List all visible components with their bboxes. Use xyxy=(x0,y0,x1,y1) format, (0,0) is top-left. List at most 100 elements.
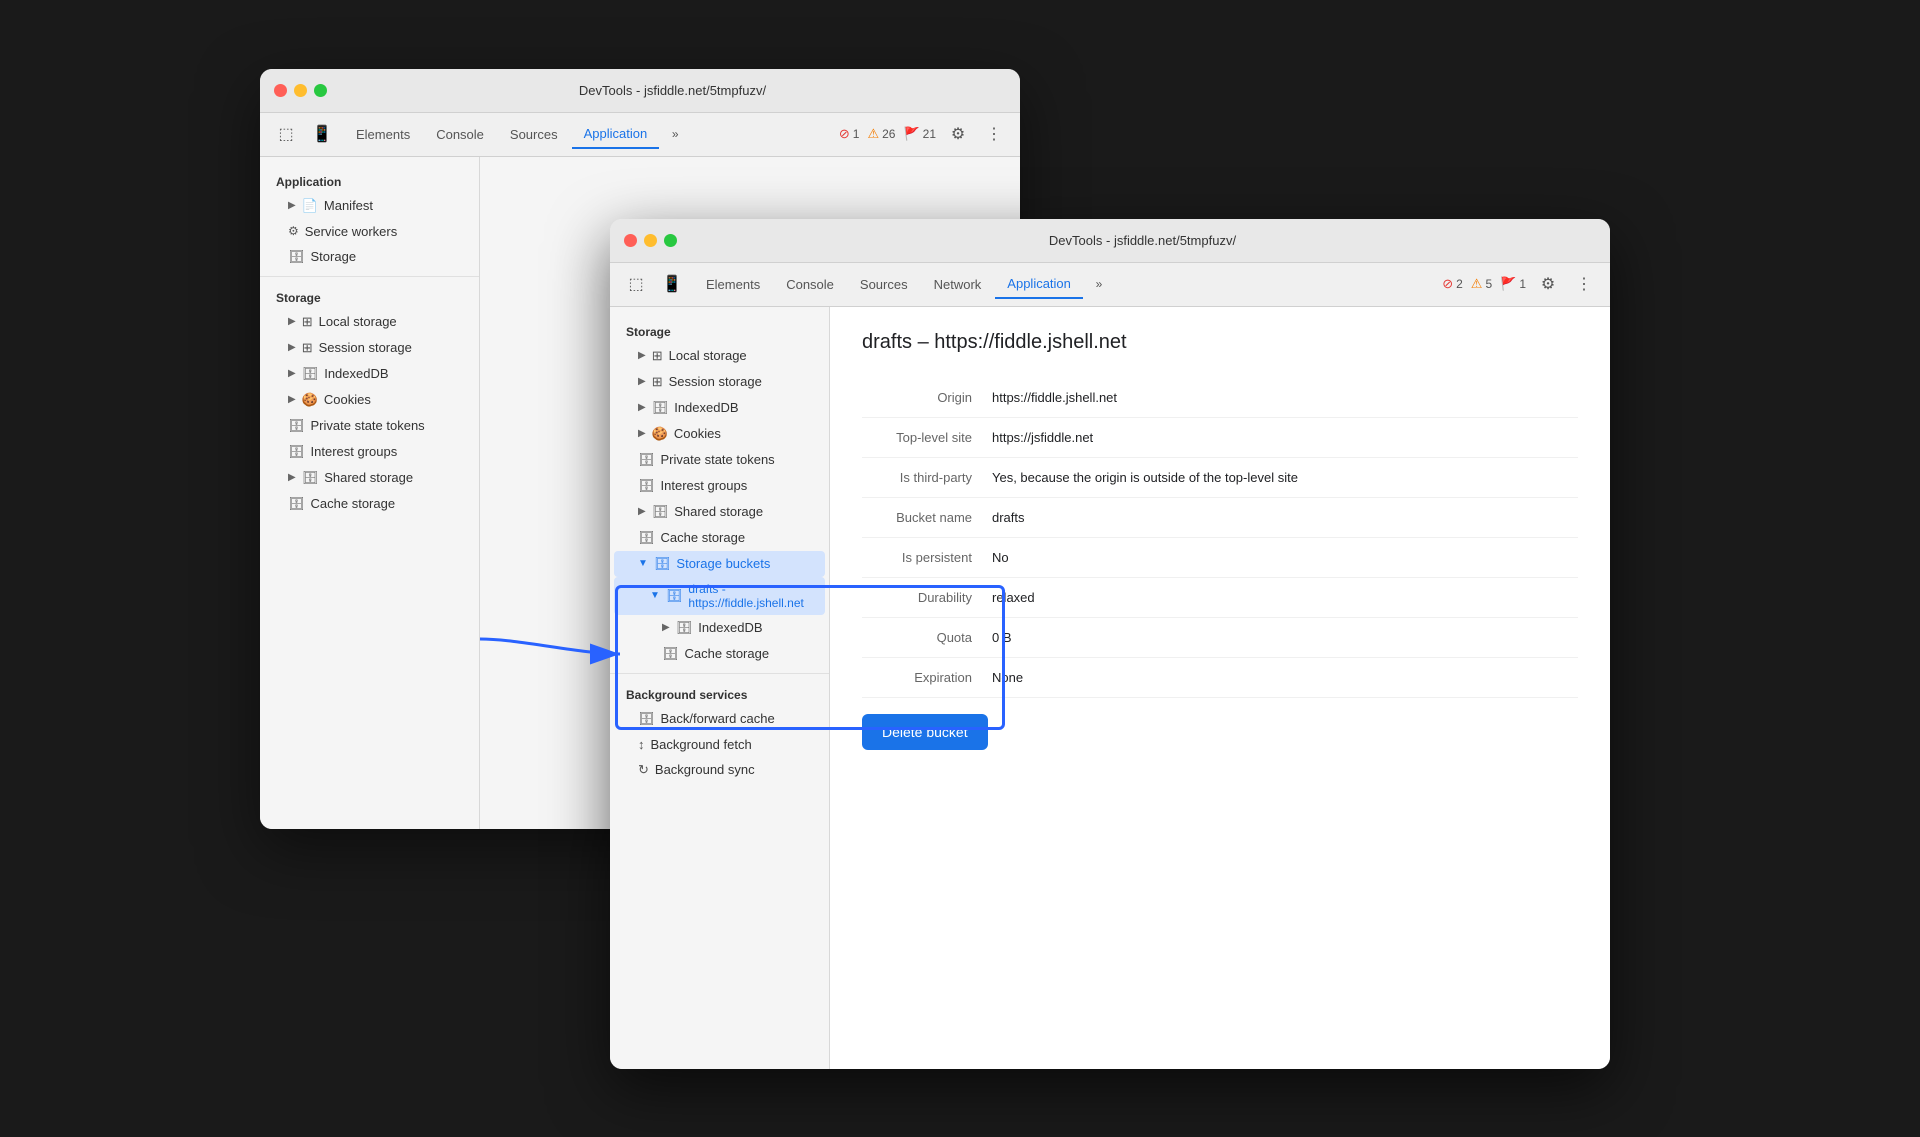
front-more-tabs-icon[interactable]: » xyxy=(1085,270,1113,298)
front-sidebar-bucket-indexeddb[interactable]: 🗄 IndexedDB xyxy=(614,615,825,641)
front-sidebar-bg-fetch[interactable]: ↕ Background fetch xyxy=(614,732,825,757)
back-shared-storage-chevron xyxy=(288,472,296,483)
back-window-title: DevTools - jsfiddle.net/5tmpfuzv/ xyxy=(339,83,1006,98)
front-tab-elements[interactable]: Elements xyxy=(694,271,772,298)
front-bucket-cache-icon: 🗄 xyxy=(662,646,679,662)
back-sidebar-manifest[interactable]: 📄 Manifest xyxy=(264,193,475,219)
front-error-icon: ⊘ xyxy=(1442,276,1453,292)
front-info-table: Origin https://fiddle.jshell.net Top-lev… xyxy=(862,378,1578,698)
front-local-storage-chevron xyxy=(638,350,646,361)
front-value-origin: https://fiddle.jshell.net xyxy=(992,378,1578,418)
front-tab-application[interactable]: Application xyxy=(995,270,1083,299)
back-tab-console[interactable]: Console xyxy=(424,121,496,148)
back-tab-sources[interactable]: Sources xyxy=(498,121,570,148)
back-select-icon[interactable]: ⬚ xyxy=(272,120,300,148)
front-more-icon[interactable]: ⋮ xyxy=(1570,270,1598,298)
back-manifest-icon: 📄 xyxy=(302,198,318,214)
front-label-toplevel: Top-level site xyxy=(862,417,992,457)
back-tab-application[interactable]: Application xyxy=(572,120,660,149)
back-more-tabs-icon[interactable]: » xyxy=(661,120,689,148)
back-sidebar-session-storage[interactable]: ⊞ Session storage xyxy=(264,335,475,361)
back-toolbar: ⬚ 📱 Elements Console Sources Application… xyxy=(260,113,1020,157)
back-session-storage-icon: ⊞ xyxy=(302,340,313,356)
front-shared-storage-chevron xyxy=(638,506,646,517)
back-tab-elements[interactable]: Elements xyxy=(344,121,422,148)
back-sidebar-service-workers[interactable]: ⚙ Service workers xyxy=(264,219,475,244)
front-row-durability: Durability relaxed xyxy=(862,577,1578,617)
front-tab-network[interactable]: Network xyxy=(922,271,994,298)
front-sidebar-local-storage[interactable]: ⊞ Local storage xyxy=(614,343,825,369)
front-settings-icon[interactable]: ⚙ xyxy=(1534,270,1562,298)
back-maximize-button[interactable] xyxy=(314,84,327,97)
front-warn-badge: ⚠ 5 xyxy=(1471,276,1492,292)
back-minimize-button[interactable] xyxy=(294,84,307,97)
front-error-badge: ⊘ 2 xyxy=(1442,276,1463,292)
back-sidebar-indexeddb[interactable]: 🗄 IndexedDB xyxy=(264,361,475,387)
front-value-toplevel: https://jsfiddle.net xyxy=(992,417,1578,457)
front-sidebar: Storage ⊞ Local storage ⊞ Session storag… xyxy=(610,307,830,1069)
back-close-button[interactable] xyxy=(274,84,287,97)
back-sidebar-private-state-tokens[interactable]: 🗄 Private state tokens xyxy=(264,413,475,439)
front-close-button[interactable] xyxy=(624,234,637,247)
front-minimize-button[interactable] xyxy=(644,234,657,247)
front-label-persistent: Is persistent xyxy=(862,537,992,577)
front-window-title: DevTools - jsfiddle.net/5tmpfuzv/ xyxy=(689,233,1596,248)
back-sidebar: Application 📄 Manifest ⚙ Service workers… xyxy=(260,157,480,829)
front-sidebar-back-forward[interactable]: 🗄 Back/forward cache xyxy=(614,706,825,732)
front-tab-console[interactable]: Console xyxy=(774,271,846,298)
front-device-icon[interactable]: 📱 xyxy=(658,270,686,298)
front-maximize-button[interactable] xyxy=(664,234,677,247)
back-sidebar-shared-storage[interactable]: 🗄 Shared storage xyxy=(264,465,475,491)
front-cookies-icon: 🍪 xyxy=(652,426,668,442)
front-local-storage-icon: ⊞ xyxy=(652,348,663,364)
back-service-workers-icon: ⚙ xyxy=(288,224,299,238)
front-sidebar-bg-sync[interactable]: ↻ Background sync xyxy=(614,757,825,783)
front-sidebar-cache-storage[interactable]: 🗄 Cache storage xyxy=(614,525,825,551)
back-sidebar-storage[interactable]: 🗄 Storage xyxy=(264,244,475,270)
back-section-storage: Storage xyxy=(260,283,479,309)
front-sidebar-storage-buckets[interactable]: 🗄 Storage buckets xyxy=(614,551,825,577)
front-row-quota: Quota 0 B xyxy=(862,617,1578,657)
front-toolbar: ⬚ 📱 Elements Console Sources Network App… xyxy=(610,263,1610,307)
front-row-persistent: Is persistent No xyxy=(862,537,1578,577)
back-settings-icon[interactable]: ⚙ xyxy=(944,120,972,148)
front-sidebar-session-storage[interactable]: ⊞ Session storage xyxy=(614,369,825,395)
back-cookies-chevron xyxy=(288,394,296,405)
delete-bucket-button[interactable]: Delete bucket xyxy=(862,714,988,750)
front-storage-buckets-chevron xyxy=(638,558,648,569)
front-sidebar-cookies[interactable]: 🍪 Cookies xyxy=(614,421,825,447)
back-local-storage-chevron xyxy=(288,316,296,327)
front-select-icon[interactable]: ⬚ xyxy=(622,270,650,298)
front-sidebar-bucket-cache-storage[interactable]: 🗄 Cache storage xyxy=(614,641,825,667)
back-sidebar-interest-groups[interactable]: 🗄 Interest groups xyxy=(264,439,475,465)
back-titlebar: DevTools - jsfiddle.net/5tmpfuzv/ xyxy=(260,69,1020,113)
front-drafts-chevron xyxy=(650,590,660,601)
front-row-toplevel: Top-level site https://jsfiddle.net xyxy=(862,417,1578,457)
back-device-icon[interactable]: 📱 xyxy=(308,120,336,148)
back-local-storage-icon: ⊞ xyxy=(302,314,313,330)
front-panel-title: drafts – https://fiddle.jshell.net xyxy=(862,331,1578,354)
front-value-bucket-name: drafts xyxy=(992,497,1578,537)
front-sidebar-private-state-tokens[interactable]: 🗄 Private state tokens xyxy=(614,447,825,473)
front-tab-sources[interactable]: Sources xyxy=(848,271,920,298)
back-sidebar-local-storage[interactable]: ⊞ Local storage xyxy=(264,309,475,335)
back-sidebar-cache-storage[interactable]: 🗄 Cache storage xyxy=(264,491,475,517)
back-divider-1 xyxy=(260,276,479,277)
front-sidebar-indexeddb[interactable]: 🗄 IndexedDB xyxy=(614,395,825,421)
front-sidebar-interest-groups[interactable]: 🗄 Interest groups xyxy=(614,473,825,499)
front-sidebar-drafts[interactable]: 🗄 drafts - https://fiddle.jshell.net xyxy=(614,577,825,615)
front-label-origin: Origin xyxy=(862,378,992,418)
front-session-storage-chevron xyxy=(638,376,646,387)
back-more-icon[interactable]: ⋮ xyxy=(980,120,1008,148)
front-indexeddb-chevron xyxy=(638,402,646,413)
back-shared-storage-icon: 🗄 xyxy=(302,470,319,486)
back-badges: ⊘ 1 ⚠ 26 🚩 21 xyxy=(839,126,936,142)
back-sidebar-cookies[interactable]: 🍪 Cookies xyxy=(264,387,475,413)
front-sidebar-shared-storage[interactable]: 🗄 Shared storage xyxy=(614,499,825,525)
front-indexeddb-icon: 🗄 xyxy=(652,400,669,416)
front-session-storage-icon: ⊞ xyxy=(652,374,663,390)
front-label-bucket-name: Bucket name xyxy=(862,497,992,537)
front-row-bucket-name: Bucket name drafts xyxy=(862,497,1578,537)
front-back-forward-icon: 🗄 xyxy=(638,711,655,727)
back-indexeddb-chevron xyxy=(288,368,296,379)
